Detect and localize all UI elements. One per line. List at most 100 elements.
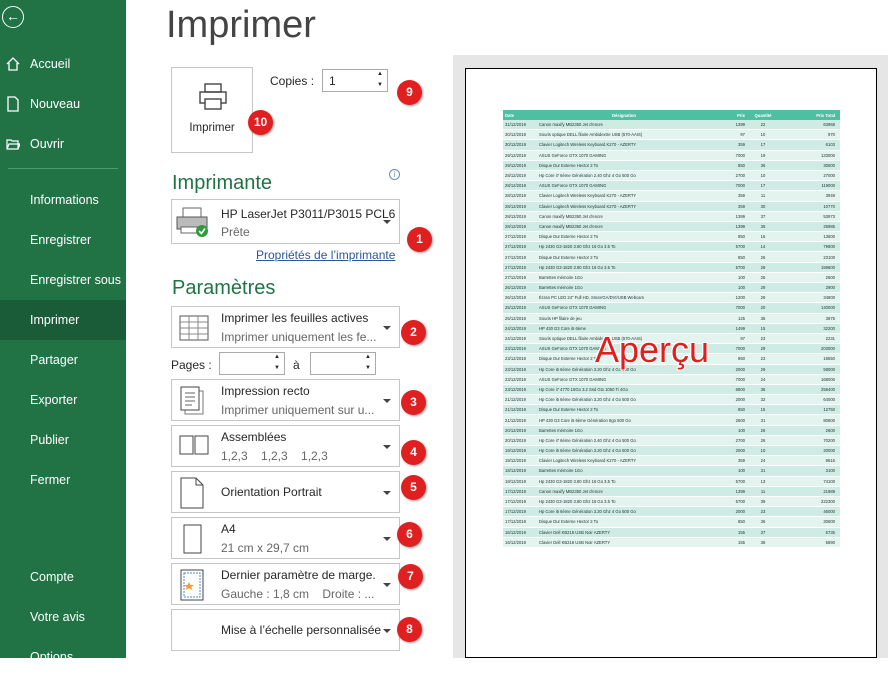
table-cell: 26 xyxy=(760,427,766,433)
setting-line1: Imprimer les feuilles actives xyxy=(221,311,369,325)
nav-imprimer[interactable]: Imprimer xyxy=(0,300,126,340)
table-cell: 97 xyxy=(740,336,745,342)
table-row: 30/12/2019 Souris optique DELL filaire Am… xyxy=(503,130,840,141)
nav-partager[interactable]: Partager xyxy=(0,340,126,380)
up-arrow-icon[interactable]: ▲ xyxy=(377,71,383,77)
table-cell: 850 xyxy=(738,254,745,260)
table-cell: 359 xyxy=(738,142,745,148)
nav-label: Informations xyxy=(30,193,99,207)
nav-label: Publier xyxy=(30,433,69,447)
down-arrow-icon[interactable]: ▼ xyxy=(274,365,280,371)
table-cell: 63968 xyxy=(823,122,835,128)
setting-line2: Imprimer uniquement sur u... xyxy=(221,403,375,417)
table-cell: 21989 xyxy=(823,488,835,494)
table-cell: 26 xyxy=(760,254,766,260)
table-cell: 35 xyxy=(760,315,766,321)
table-cell: 23 xyxy=(760,336,766,342)
table-cell: 37 xyxy=(760,213,766,219)
table-cell: 17 xyxy=(760,142,766,148)
badge: 1 xyxy=(407,227,432,252)
back-arrow-icon[interactable]: ← xyxy=(2,6,24,28)
margins-select[interactable]: Dernier paramètre de marge... Gauche : 1… xyxy=(171,563,400,605)
table-row: 27/12/2019 Barrettes mémoire 1Go 100 25 2500 xyxy=(503,272,840,283)
setting-line2: 21 cm x 29,7 cm xyxy=(221,541,310,555)
nav-informations[interactable]: Informations xyxy=(0,180,126,220)
orientation-select[interactable]: Orientation Portrait xyxy=(171,471,400,513)
table-cell: 19/12/2019 xyxy=(505,448,526,454)
table-cell: 10770 xyxy=(823,203,835,209)
table-cell: 155 xyxy=(738,529,745,535)
table-row: 25/12/2019 ASUS GeForce GTX 1070 GAMING 70… xyxy=(503,303,840,314)
table-cell: 18/12/2019 xyxy=(505,468,526,474)
table-cell: 19 xyxy=(760,152,766,158)
nav-publier[interactable]: Publier xyxy=(0,420,126,460)
table-cell: 11 xyxy=(760,193,766,199)
nav-enregistrer-sous[interactable]: Enregistrer sous xyxy=(0,260,126,300)
table-cell: 36 xyxy=(760,162,766,168)
scaling-select[interactable]: Mise à l’échelle personnalisée xyxy=(171,609,400,651)
table-cell: 21/12/2019 xyxy=(505,407,526,413)
nav-compte[interactable]: Compte xyxy=(0,557,126,597)
up-arrow-icon[interactable]: ▲ xyxy=(274,354,280,360)
nav-accueil[interactable]: Accueil xyxy=(0,44,126,84)
table-row: 27/12/2019 Hp 2430 G3-1820 3.80 Ghz 16 Go… xyxy=(503,262,840,273)
table-cell: 17 xyxy=(760,183,766,189)
nav-ouvrir[interactable]: Ouvrir xyxy=(0,124,126,164)
table-cell: 21/12/2019 xyxy=(505,417,526,423)
table-row: 28/12/2019 Canon maxify MB2350 Jet d'encr… xyxy=(503,211,840,222)
collation-select[interactable]: Assemblées 1,2,3 1,2,3 1,2,3 xyxy=(171,425,400,467)
down-arrow-icon[interactable]: ▼ xyxy=(365,365,371,371)
divider xyxy=(8,168,118,169)
nav-nouveau[interactable]: Nouveau xyxy=(0,84,126,124)
nav-label: Accueil xyxy=(30,57,71,71)
table-cell: 7000 xyxy=(735,305,745,311)
table-cell: 31 xyxy=(760,468,766,474)
chevron-down-icon xyxy=(383,445,391,449)
nav-fermer[interactable]: Fermer xyxy=(0,460,126,500)
paper-size-select[interactable]: A4 21 cm x 29,7 cm xyxy=(171,517,400,559)
table-cell: 5700 xyxy=(735,478,745,484)
pages-to-input[interactable]: ▲ ▼ xyxy=(310,352,376,375)
up-arrow-icon[interactable]: ▲ xyxy=(365,354,371,360)
print-what-select[interactable]: Imprimer les feuilles actives Imprimer u… xyxy=(171,306,400,348)
printer-properties-link[interactable]: Propriétés de l’imprimante xyxy=(256,248,395,262)
table-cell: 7000 xyxy=(735,152,745,158)
collated-icon xyxy=(179,435,209,455)
printer-select[interactable]: HP LaserJet P3011/P3015 PCL6 Prête xyxy=(171,199,400,244)
table-cell: 5700 xyxy=(735,264,745,270)
nav-label: Partager xyxy=(30,353,78,367)
table-cell: 24 xyxy=(760,376,766,382)
pages-from-input[interactable]: ▲ ▼ xyxy=(219,352,285,375)
table-row: 27/12/2019 Disque Dur Externe Hector 2 To… xyxy=(503,252,840,263)
table-cell: 7000 xyxy=(735,346,745,352)
table-cell: 16/12/2019 xyxy=(505,529,526,535)
table-cell: 850 xyxy=(738,234,745,240)
sides-select[interactable]: Impression recto Imprimer uniquement sur… xyxy=(171,379,400,421)
table-cell: 29/12/2019 xyxy=(505,152,526,158)
table-cell: 2231 xyxy=(825,336,835,342)
info-icon[interactable]: i xyxy=(389,169,400,180)
table-row: 16/12/2019 Clavier Dell KB216 USB Noir AZ… xyxy=(503,537,840,548)
table-cell: 27/12/2019 xyxy=(505,254,526,260)
nav-votre-avis[interactable]: Votre avis xyxy=(0,597,126,637)
nav-enregistrer[interactable]: Enregistrer xyxy=(0,220,126,260)
table-cell: 850 xyxy=(738,519,745,525)
table-cell: 74100 xyxy=(823,478,835,484)
setting-line2: Imprimer uniquement les fe... xyxy=(221,330,377,344)
nav-label: Ouvrir xyxy=(30,137,65,151)
table-cell: 24 xyxy=(760,458,766,464)
table-row: 16/12/2019 Clavier Dell KB216 USB Noir AZ… xyxy=(503,527,840,538)
table-cell: 11 xyxy=(760,488,766,494)
printer-device-icon xyxy=(176,207,208,237)
copies-stepper[interactable]: 1 ▲ ▼ xyxy=(322,69,388,92)
down-arrow-icon[interactable]: ▼ xyxy=(377,82,383,88)
table-cell: 36 xyxy=(760,519,766,525)
table-cell: 1399 xyxy=(735,122,745,128)
nav-options[interactable]: Options xyxy=(0,637,126,677)
print-button[interactable]: Imprimer xyxy=(171,67,253,153)
nav-exporter[interactable]: Exporter xyxy=(0,380,126,420)
table-cell: 23 xyxy=(760,509,766,515)
setting-line1: Mise à l’échelle personnalisée xyxy=(221,623,382,637)
table-cell: 31 xyxy=(760,417,766,423)
chevron-down-icon xyxy=(383,537,391,541)
